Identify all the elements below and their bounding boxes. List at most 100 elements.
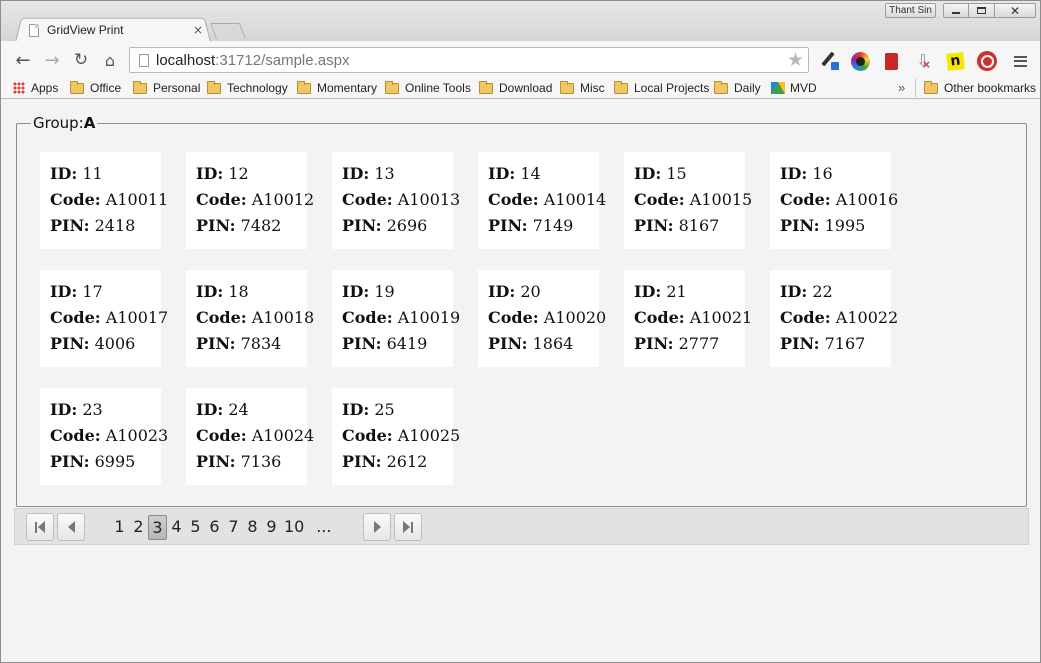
record-card: ID: 19 Code: A10019 PIN: 6419 bbox=[332, 270, 460, 367]
record-pin-label: PIN: bbox=[196, 334, 236, 353]
reload-button[interactable]: ↻ bbox=[70, 49, 92, 71]
record-pin-value: 2696 bbox=[386, 216, 428, 235]
profile-badge[interactable]: Thant Sin bbox=[885, 3, 936, 18]
record-id-row: ID: 22 bbox=[780, 282, 891, 308]
minimize-button[interactable] bbox=[943, 3, 969, 18]
url-text[interactable]: localhost:31712/sample.aspx bbox=[156, 52, 349, 69]
bookmark-office[interactable]: Office bbox=[70, 80, 121, 96]
bookmark-online-tools[interactable]: Online Tools bbox=[385, 80, 471, 96]
bookmark-momentary[interactable]: Momentary bbox=[297, 80, 377, 96]
page-link-4[interactable]: 4 bbox=[167, 515, 186, 539]
bookmark-star-icon[interactable]: ★ bbox=[787, 49, 804, 71]
page-more-link[interactable]: ... bbox=[314, 515, 333, 539]
record-card: ID: 18 Code: A10018 PIN: 7834 bbox=[186, 270, 314, 367]
record-id-value: 19 bbox=[374, 282, 395, 301]
color-picker-extension-icon[interactable] bbox=[850, 51, 870, 71]
record-code-value: A10017 bbox=[105, 308, 169, 327]
bookmark-local-projects[interactable]: Local Projects bbox=[614, 80, 709, 96]
bookmark-other[interactable]: Other bookmarks bbox=[924, 80, 1036, 96]
bookmark-mvd[interactable]: MVD bbox=[771, 80, 817, 96]
record-code-label: Code: bbox=[488, 190, 539, 209]
record-pin-label: PIN: bbox=[342, 216, 382, 235]
record-id-value: 23 bbox=[82, 400, 103, 419]
record-pin-row: PIN: 6419 bbox=[342, 334, 453, 360]
maximize-icon bbox=[977, 7, 986, 14]
page-link-2[interactable]: 2 bbox=[129, 515, 148, 539]
page-link-7[interactable]: 7 bbox=[224, 515, 243, 539]
eyedropper-extension-icon[interactable] bbox=[820, 51, 840, 71]
page-viewport: Group:A ID: 11 Code: A10011 PIN: 2418 ID: 1… bbox=[2, 100, 1040, 662]
page-link-3[interactable]: 3 bbox=[148, 514, 167, 540]
bookmark-label: Download bbox=[499, 81, 553, 95]
page-link-1[interactable]: 1 bbox=[110, 515, 129, 539]
maximize-button[interactable] bbox=[968, 3, 995, 18]
next-page-button[interactable] bbox=[363, 513, 391, 541]
record-code-label: Code: bbox=[780, 190, 831, 209]
reload-icon: ↻ bbox=[73, 50, 89, 70]
bookmark-apps[interactable]: Apps bbox=[13, 80, 58, 96]
stop-extension-icon[interactable] bbox=[977, 51, 997, 71]
bookmark-download[interactable]: Download bbox=[479, 80, 552, 96]
record-pin-value: 8167 bbox=[678, 216, 720, 235]
n-extension-icon[interactable]: n bbox=[945, 51, 965, 71]
page-link-6[interactable]: 6 bbox=[205, 515, 224, 539]
tab-gridview-print[interactable]: GridView Print × bbox=[29, 20, 205, 40]
bookmark-label: Local Projects bbox=[634, 81, 710, 95]
next-page-icon bbox=[373, 521, 381, 533]
pager: 1 2 3 4 5 6 7 8 9 10... bbox=[14, 508, 1029, 545]
record-code-value: A10016 bbox=[835, 190, 899, 209]
new-tab-button[interactable] bbox=[210, 23, 246, 39]
minimize-icon bbox=[952, 11, 960, 14]
page-link-9[interactable]: 9 bbox=[262, 515, 281, 539]
bookmark-technology[interactable]: Technology bbox=[207, 80, 288, 96]
record-code-row: Code: A10012 bbox=[196, 190, 314, 216]
bookmark-misc[interactable]: Misc bbox=[560, 80, 605, 96]
back-button[interactable]: ← bbox=[12, 49, 34, 71]
record-pin-row: PIN: 2612 bbox=[342, 452, 453, 478]
page-link-5[interactable]: 5 bbox=[186, 515, 205, 539]
page-link-8[interactable]: 8 bbox=[243, 515, 262, 539]
apps-grid-icon bbox=[13, 82, 25, 94]
previous-page-button[interactable] bbox=[57, 513, 85, 541]
bookmarks-overflow-button[interactable]: » bbox=[898, 80, 905, 95]
record-card: ID: 13 Code: A10013 PIN: 2696 bbox=[332, 152, 460, 249]
record-id-label: ID: bbox=[342, 400, 370, 419]
record-pin-row: PIN: 2696 bbox=[342, 216, 453, 242]
home-button[interactable]: ⌂ bbox=[99, 49, 121, 71]
record-card: ID: 24 Code: A10024 PIN: 7136 bbox=[186, 388, 314, 485]
record-id-row: ID: 19 bbox=[342, 282, 453, 308]
book-extension-icon[interactable] bbox=[881, 51, 901, 71]
bookmark-personal[interactable]: Personal bbox=[133, 80, 200, 96]
record-pin-value: 1864 bbox=[532, 334, 574, 353]
folder-icon bbox=[70, 80, 84, 94]
record-id-row: ID: 16 bbox=[780, 164, 891, 190]
record-id-row: ID: 17 bbox=[50, 282, 161, 308]
record-pin-row: PIN: 4006 bbox=[50, 334, 161, 360]
record-code-row: Code: A10024 bbox=[196, 426, 314, 452]
record-code-row: Code: A10022 bbox=[780, 308, 898, 334]
address-bar[interactable]: localhost:31712/sample.aspx ★ bbox=[129, 47, 809, 73]
record-code-value: A10020 bbox=[543, 308, 607, 327]
menu-icon[interactable] bbox=[1010, 51, 1030, 71]
record-id-label: ID: bbox=[488, 164, 516, 183]
record-code-label: Code: bbox=[342, 190, 393, 209]
record-id-row: ID: 15 bbox=[634, 164, 745, 190]
forward-button[interactable]: → bbox=[41, 49, 63, 71]
bookmark-label: Office bbox=[90, 81, 122, 95]
record-id-label: ID: bbox=[196, 282, 224, 301]
folder-icon bbox=[133, 80, 147, 94]
record-pin-label: PIN: bbox=[488, 334, 528, 353]
tab-close-icon[interactable]: × bbox=[191, 23, 205, 37]
close-window-button[interactable]: ✕ bbox=[994, 3, 1036, 18]
first-page-button[interactable] bbox=[26, 513, 54, 541]
page-link-10[interactable]: 10 bbox=[283, 515, 305, 539]
record-code-label: Code: bbox=[634, 308, 685, 327]
record-code-value: A10011 bbox=[105, 190, 169, 209]
page-icon bbox=[29, 23, 39, 37]
record-id-value: 15 bbox=[666, 164, 687, 183]
download-blocker-extension-icon[interactable]: ⇩ × bbox=[913, 51, 933, 72]
record-code-value: A10022 bbox=[835, 308, 899, 327]
bookmark-daily[interactable]: Daily bbox=[714, 80, 761, 96]
record-pin-label: PIN: bbox=[634, 334, 674, 353]
last-page-button[interactable] bbox=[394, 513, 422, 541]
